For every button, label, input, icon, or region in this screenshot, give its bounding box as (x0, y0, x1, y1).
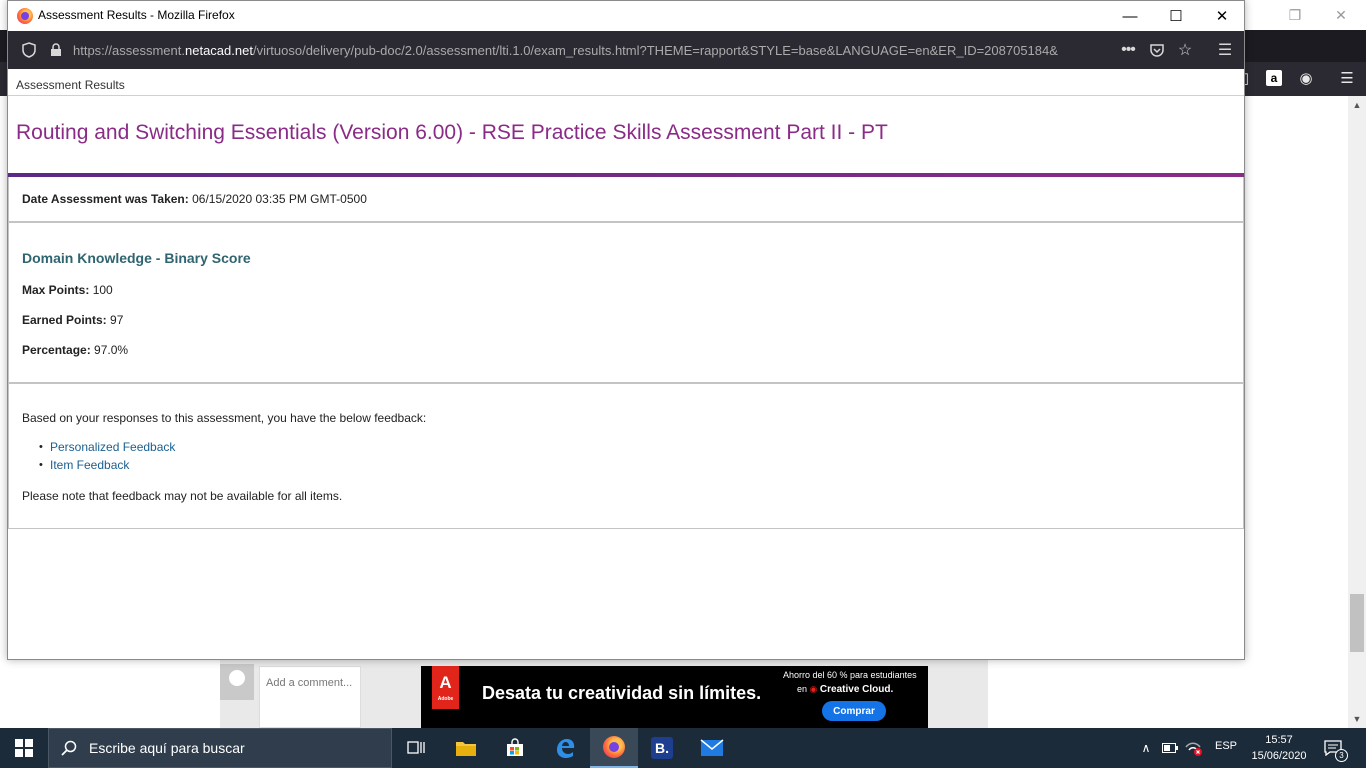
domain-heading: Domain Knowledge - Binary Score (22, 250, 251, 266)
show-hidden-icons-chevron-icon[interactable]: ∧ (1136, 738, 1156, 758)
ad-headline: Desata tu creatividad sin límites. (482, 683, 762, 703)
item-feedback-link[interactable]: Item Feedback (50, 458, 129, 472)
pocket-icon[interactable] (1146, 40, 1168, 60)
bookmark-star-icon[interactable]: ☆ (1174, 40, 1196, 60)
personalized-feedback-link[interactable]: Personalized Feedback (50, 440, 175, 454)
window-title: Assessment Results - Mozilla Firefox (38, 8, 235, 22)
network-disconnected-icon[interactable] (1184, 738, 1204, 758)
scroll-down-arrow-icon[interactable]: ▼ (1348, 711, 1366, 727)
shield-icon[interactable] (20, 40, 38, 60)
hamburger-menu-icon[interactable]: ☰ (1214, 40, 1236, 60)
firefox-icon (17, 8, 33, 24)
search-icon (49, 740, 89, 756)
microsoft-store-icon[interactable] (491, 728, 539, 768)
background-scroll-thumb[interactable] (1350, 594, 1364, 652)
start-button[interactable] (0, 728, 48, 768)
earned-points: Earned Points: 97 (22, 313, 124, 327)
date-label: Date Assessment was Taken: (22, 192, 189, 206)
date-taken: Date Assessment was Taken: 06/15/2020 03… (22, 192, 367, 206)
score-panel: Domain Knowledge - Binary Score Max Poin… (8, 222, 1244, 383)
page-title: Routing and Switching Essentials (Versio… (16, 121, 888, 144)
breadcrumb: Assessment Results (16, 78, 125, 92)
task-view-icon[interactable] (392, 728, 440, 768)
minimize-button[interactable]: — (1107, 1, 1153, 31)
page-actions-more-icon[interactable]: ••• (1116, 40, 1140, 60)
feedback-panel: Based on your responses to this assessme… (8, 383, 1244, 529)
ad-discount: Ahorro del 60 % para estudiantes (783, 670, 917, 680)
close-button[interactable]: ✕ (1199, 1, 1244, 31)
breadcrumb-divider (8, 95, 1244, 96)
edge-icon[interactable] (541, 728, 589, 768)
list-item: Item Feedback (39, 456, 175, 474)
percentage: Percentage: 97.0% (22, 343, 129, 357)
file-explorer-icon[interactable] (442, 728, 490, 768)
url-bar: https://assessment.netacad.net/virtuoso/… (8, 31, 1244, 69)
background-close-button[interactable]: ✕ (1318, 0, 1364, 30)
account-icon[interactable]: ◉ (1295, 67, 1317, 89)
comment-input[interactable]: Add a comment... (259, 666, 361, 728)
clock-time: 15:57 (1265, 734, 1293, 746)
url-field[interactable]: https://assessment.netacad.net/virtuoso/… (73, 43, 1115, 58)
windows-logo-icon (15, 739, 33, 757)
assessment-popup-window: Assessment Results - Mozilla Firefox — ☐… (7, 0, 1245, 660)
taskbar-search-box[interactable]: Escribe aquí para buscar (48, 728, 392, 768)
ad-buy-button[interactable]: Comprar (822, 701, 886, 721)
background-restore-button[interactable]: ❐ (1272, 0, 1318, 30)
feedback-note: Please note that feedback may not be ava… (22, 489, 343, 503)
amazon-icon[interactable]: a (1263, 67, 1285, 89)
background-menu-icon[interactable]: ☰ (1336, 67, 1358, 89)
taskbar: Escribe aquí para buscar B. ∧ ESP 15:57 … (0, 728, 1366, 768)
feedback-links-list: Personalized Feedback Item Feedback (39, 438, 175, 474)
date-panel: Date Assessment was Taken: 06/15/2020 03… (8, 177, 1244, 222)
adobe-logo-icon: A Adobe (432, 666, 459, 709)
maximize-button[interactable]: ☐ (1153, 1, 1199, 31)
scroll-up-arrow-icon[interactable]: ▲ (1348, 97, 1366, 113)
lock-icon[interactable] (48, 40, 64, 60)
notification-count-badge: 3 (1335, 749, 1348, 762)
max-points: Max Points: 100 (22, 283, 113, 297)
search-placeholder: Escribe aquí para buscar (89, 740, 245, 756)
firefox-taskbar-icon[interactable] (590, 728, 638, 768)
mail-icon[interactable] (688, 728, 736, 768)
clock-date: 15/06/2020 (1251, 750, 1307, 762)
popup-titlebar: Assessment Results - Mozilla Firefox — ☐… (8, 1, 1244, 31)
battery-icon[interactable] (1160, 738, 1180, 758)
assessment-page: Assessment Results Routing and Switching… (8, 69, 1244, 659)
ad-creative-cloud: en ◉ Creative Cloud. (797, 684, 894, 695)
language-indicator[interactable]: ESP (1215, 740, 1237, 752)
booking-icon[interactable]: B. (638, 728, 686, 768)
date-value: 06/15/2020 03:35 PM GMT-0500 (192, 192, 367, 206)
list-item: Personalized Feedback (39, 438, 175, 456)
adobe-ad-banner[interactable]: A Adobe Desata tu creatividad sin límites… (421, 666, 928, 728)
avatar (220, 664, 254, 700)
clock[interactable]: 15:57 15/06/2020 (1250, 732, 1308, 764)
feedback-intro: Based on your responses to this assessme… (22, 411, 427, 425)
